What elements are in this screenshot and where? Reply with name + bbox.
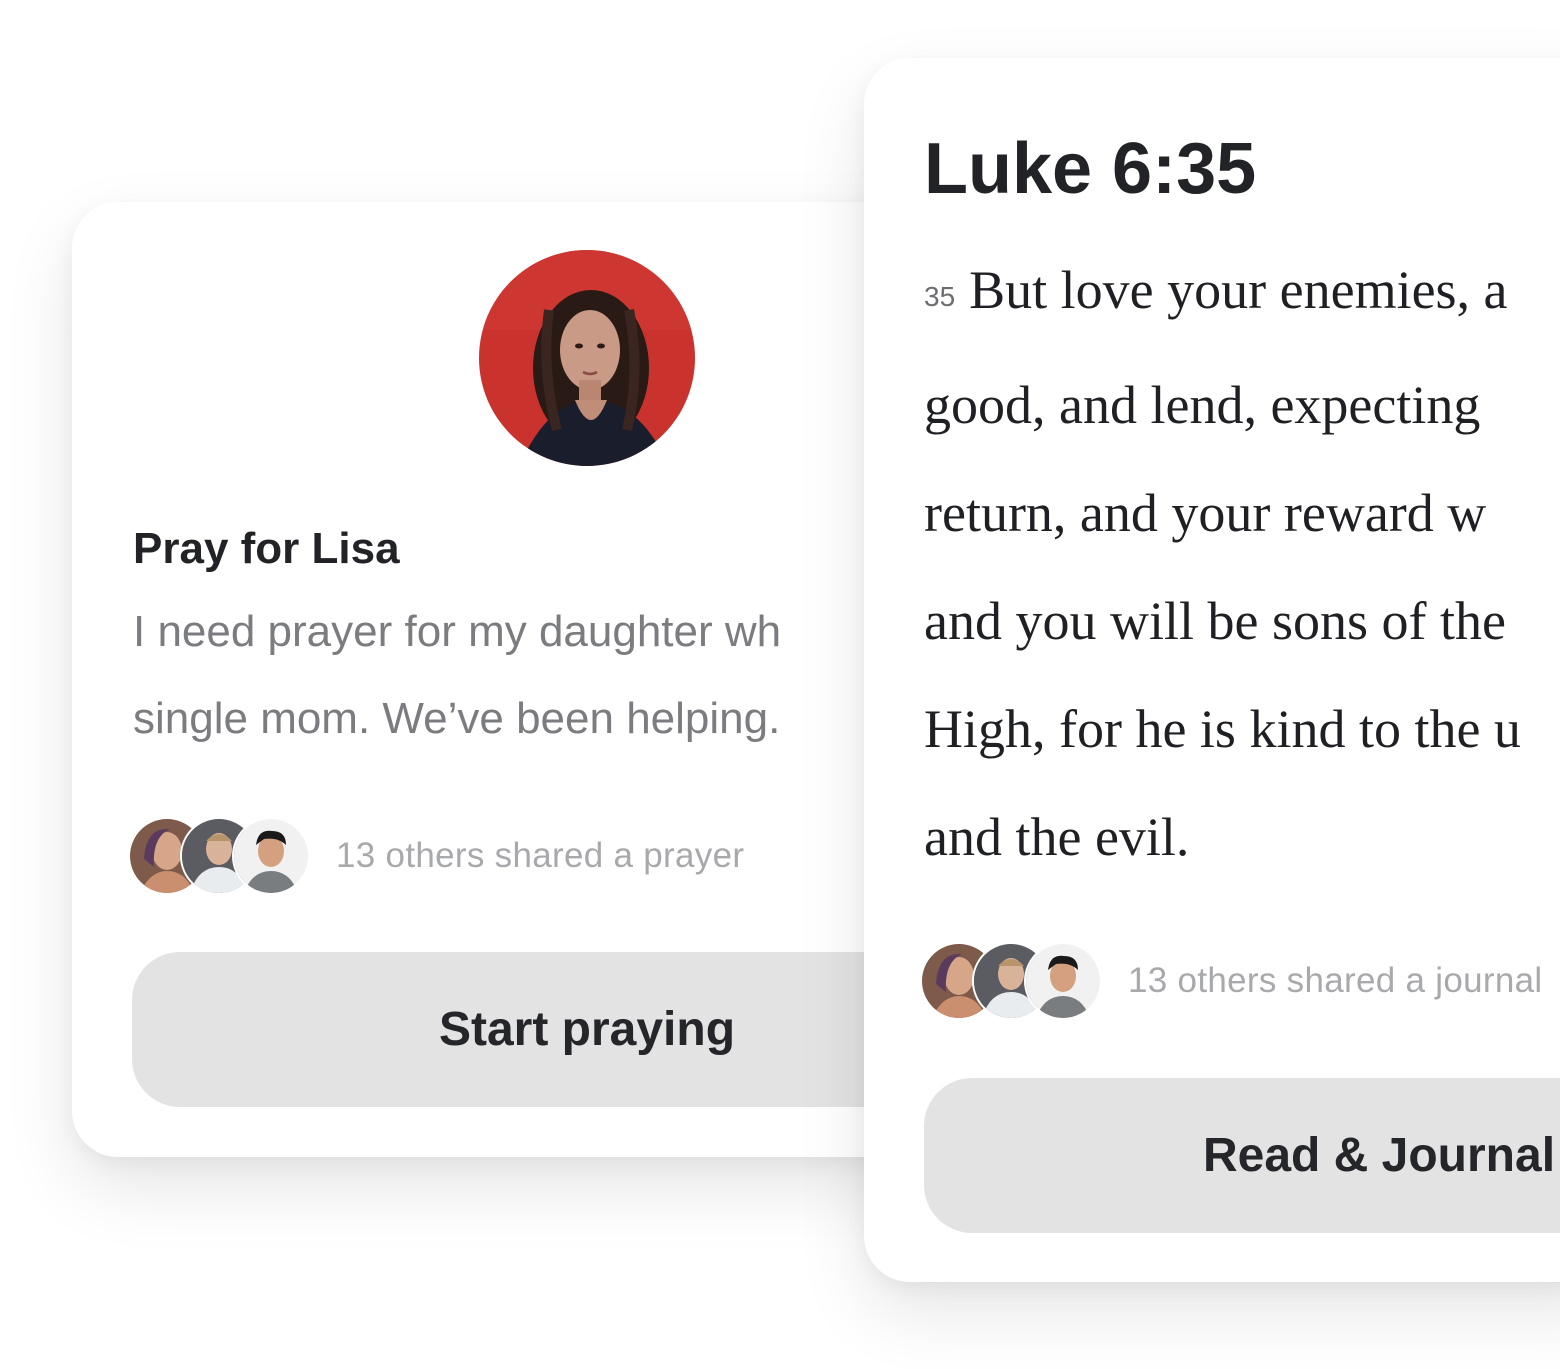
shared-avatars <box>130 819 308 893</box>
verse-text: 35 But love your enemies, a good, and len… <box>924 236 1560 891</box>
verse-line: and the evil. <box>924 807 1190 867</box>
lisa-avatar <box>479 250 695 466</box>
verse-line: return, and your reward w <box>924 483 1487 543</box>
read-journal-label: Read & Journal <box>1202 1129 1556 1182</box>
verse-line: and you will be sons of the <box>924 591 1506 651</box>
start-praying-label: Start praying <box>438 1003 736 1056</box>
verse-line: 35 But love your enemies, a <box>924 236 1560 351</box>
shared-count-text: 13 others shared a prayer <box>336 836 745 875</box>
verse-line: good, and lend, expecting <box>924 375 1481 435</box>
read-journal-button[interactable]: Read & Journal <box>924 1078 1560 1233</box>
verse-line-text: But love your enemies, a <box>969 260 1508 320</box>
shared-avatars <box>922 944 1100 1018</box>
shared-count-text: 13 others shared a journal <box>1128 961 1543 1000</box>
prayer-title: Pray for Lisa <box>133 524 400 573</box>
verse-reference: Luke 6:35 <box>924 129 1257 209</box>
verse-card: Luke 6:35 35 But love your enemies, a goo… <box>864 58 1560 1282</box>
avatar <box>1026 944 1100 1018</box>
verse-number: 35 <box>924 281 956 312</box>
verse-line: High, for he is kind to the u <box>924 699 1521 759</box>
avatar <box>234 819 308 893</box>
